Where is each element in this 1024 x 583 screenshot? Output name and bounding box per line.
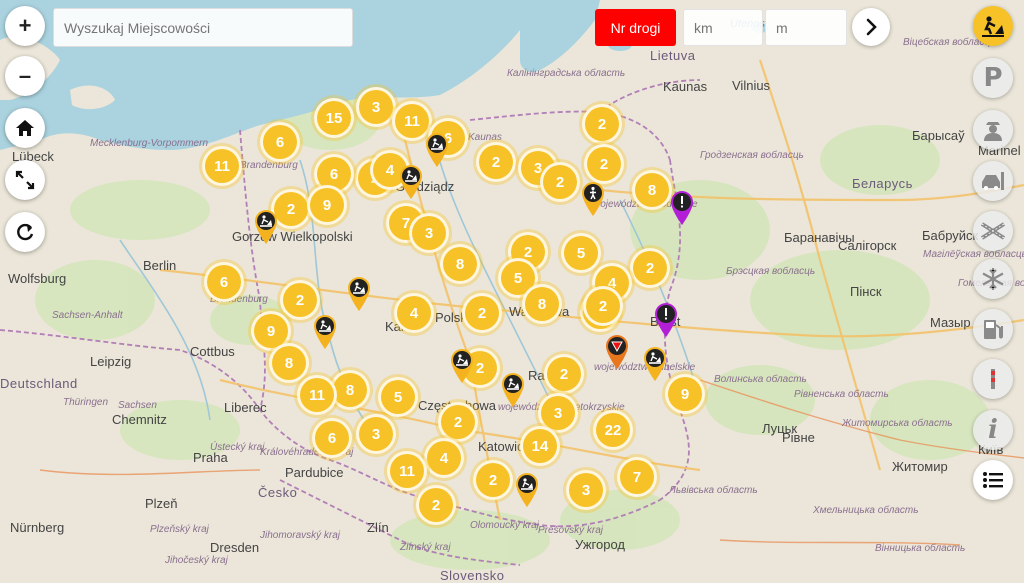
marker-cluster[interactable]: 2 — [476, 142, 516, 182]
zoom-in-icon: + — [18, 13, 32, 38]
zoom-in-button[interactable]: + — [5, 6, 45, 46]
roads-layer-button[interactable] — [973, 211, 1013, 251]
marker-cluster[interactable]: 5 — [378, 377, 418, 417]
marker-cluster[interactable]: 8 — [440, 244, 480, 284]
expand-icon — [15, 170, 35, 190]
roadworks-icon — [516, 473, 538, 507]
marker-cluster[interactable]: 3 — [356, 414, 396, 454]
roadworks-pin-marker[interactable] — [642, 346, 668, 382]
roadworks-pin-marker[interactable] — [424, 132, 450, 168]
marker-cluster[interactable]: 2 — [438, 402, 478, 442]
zoom-out-icon: – — [18, 63, 32, 88]
warning-pin-marker[interactable] — [653, 302, 679, 338]
police-icon — [984, 122, 1002, 141]
roadworks-layer-button[interactable] — [973, 6, 1013, 46]
roadworks-icon — [982, 16, 1004, 37]
winter-layer-button[interactable] — [973, 259, 1013, 299]
marker-cluster[interactable]: 14 — [520, 426, 560, 466]
marker-cluster[interactable]: 3 — [566, 470, 606, 510]
marker-cluster[interactable]: 2 — [584, 144, 624, 184]
parking-layer-button[interactable]: P — [973, 58, 1013, 98]
home-button[interactable] — [5, 108, 45, 148]
roadworks-icon — [400, 165, 422, 199]
km-input[interactable] — [683, 9, 763, 46]
roadworks-pin-marker[interactable] — [253, 209, 279, 245]
warning-icon — [671, 191, 693, 225]
roadworks-icon — [314, 315, 336, 349]
marker-cluster[interactable]: 3 — [356, 87, 396, 127]
road-number-button[interactable]: Nr drogi — [595, 9, 676, 46]
fullscreen-button[interactable] — [5, 160, 45, 200]
police-layer-button[interactable] — [973, 110, 1013, 150]
fuel-layer-button[interactable] — [973, 309, 1013, 349]
marker-cluster[interactable]: 11 — [387, 451, 427, 491]
fuel-pump-icon — [984, 320, 1003, 339]
marker-cluster[interactable]: 7 — [617, 457, 657, 497]
zoom-out-button[interactable]: – — [5, 56, 45, 96]
marker-cluster[interactable]: 3 — [409, 213, 449, 253]
marker-cluster[interactable]: 2 — [630, 248, 670, 288]
home-icon — [16, 120, 34, 136]
roadworks-icon — [348, 277, 370, 311]
info-layer-button[interactable]: i — [973, 410, 1013, 450]
marker-cluster[interactable]: 8 — [632, 170, 672, 210]
search-input[interactable] — [53, 8, 353, 47]
marker-cluster[interactable]: 4 — [424, 438, 464, 478]
marker-cluster[interactable]: 2 — [473, 460, 513, 500]
marker-cluster[interactable]: 22 — [593, 410, 633, 450]
warning-pin-marker[interactable] — [669, 190, 695, 226]
marker-cluster[interactable]: 9 — [665, 374, 705, 414]
refresh-icon — [17, 223, 34, 241]
info-icon: i — [988, 415, 998, 445]
marker-cluster[interactable]: 4 — [394, 293, 434, 333]
roadworks-pin-marker[interactable] — [346, 276, 372, 312]
parking-icon: P — [983, 63, 1003, 93]
marker-cluster[interactable]: 8 — [522, 284, 562, 324]
roadworks-icon — [426, 133, 448, 167]
snowflake-icon — [982, 268, 1004, 290]
marker-cluster[interactable]: 11 — [202, 146, 242, 186]
border-post-icon — [991, 369, 995, 389]
border-layer-button[interactable] — [973, 359, 1013, 399]
roadworks-pin-marker[interactable] — [514, 472, 540, 508]
roadworks-icon — [451, 349, 473, 383]
marker-cluster[interactable]: 2 — [540, 162, 580, 202]
list-icon — [983, 472, 1003, 488]
road-junction-icon — [980, 222, 1006, 240]
marker-cluster[interactable]: 11 — [297, 375, 337, 415]
marker-cluster[interactable]: 15 — [314, 98, 354, 138]
marker-cluster[interactable]: 6 — [204, 262, 244, 302]
marker-cluster[interactable]: 2 — [582, 104, 622, 144]
traffic-icon — [982, 172, 1004, 190]
roadworks-icon — [644, 347, 666, 381]
pedestrian-pin-marker[interactable] — [580, 181, 606, 217]
roadworks-pin-marker[interactable] — [449, 348, 475, 384]
m-input[interactable] — [765, 9, 847, 46]
roadworks-icon — [502, 373, 524, 407]
yield-pin-marker[interactable] — [604, 334, 630, 370]
roadworks-pin-marker[interactable] — [500, 372, 526, 408]
marker-cluster[interactable]: 2 — [583, 286, 623, 326]
marker-cluster[interactable]: 2 — [462, 293, 502, 333]
marker-cluster[interactable]: 5 — [561, 233, 601, 273]
marker-cluster[interactable]: 2 — [416, 485, 456, 525]
marker-cluster[interactable]: 6 — [260, 122, 300, 162]
roadworks-pin-marker[interactable] — [312, 314, 338, 350]
search-submit-button[interactable] — [852, 8, 890, 46]
traffic-layer-button[interactable] — [973, 161, 1013, 201]
roadworks-pin-marker[interactable] — [398, 164, 424, 200]
marker-cluster[interactable]: 8 — [269, 343, 309, 383]
list-button[interactable] — [973, 460, 1013, 500]
chevron-right-icon — [866, 18, 877, 36]
roadworks-icon — [255, 210, 277, 244]
pedestrian-icon — [582, 182, 604, 216]
refresh-button[interactable] — [5, 212, 45, 252]
warning-icon — [655, 303, 677, 337]
marker-cluster[interactable]: 6 — [312, 418, 352, 458]
marker-cluster[interactable]: 9 — [307, 185, 347, 225]
yield-icon — [606, 335, 628, 369]
map-canvas[interactable]: Lietuva Беларусь Deutschland Česko Slovensko… — [0, 0, 1024, 583]
marker-cluster[interactable]: 2 — [544, 354, 584, 394]
